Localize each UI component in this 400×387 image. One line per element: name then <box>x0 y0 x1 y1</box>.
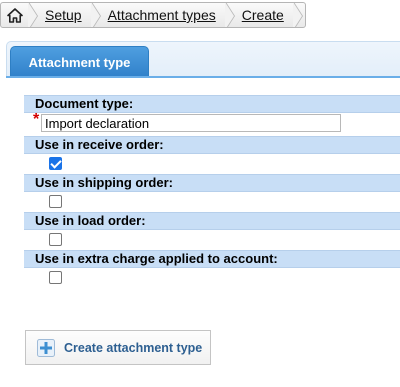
breadcrumb-separator <box>224 3 236 27</box>
extra-charge-label: Use in extra charge applied to account: <box>24 250 400 268</box>
shipping-order-checkbox[interactable] <box>49 195 62 208</box>
breadcrumb-setup[interactable]: Setup <box>39 3 92 27</box>
breadcrumb-attachment-types[interactable]: Attachment types <box>102 3 226 27</box>
receive-order-label: Use in receive order: <box>24 136 400 154</box>
load-order-label: Use in load order: <box>24 212 400 230</box>
document-type-label: Document type: <box>24 95 400 113</box>
document-type-row: * <box>24 111 400 136</box>
create-attachment-type-label: Create attachment type <box>64 340 203 355</box>
shipping-order-label: Use in shipping order: <box>24 174 400 192</box>
breadcrumb: Setup Attachment types Create <box>0 2 306 28</box>
receive-order-checkbox[interactable] <box>49 157 62 170</box>
load-order-checkbox[interactable] <box>49 233 62 246</box>
create-attachment-type-button[interactable]: Create attachment type <box>25 330 211 365</box>
plus-icon <box>37 338 55 357</box>
home-icon <box>7 7 23 23</box>
tab-underline <box>6 76 400 78</box>
receive-order-row <box>24 154 400 174</box>
tab-bar: Attachment type <box>6 41 400 78</box>
extra-charge-checkbox[interactable] <box>49 271 62 284</box>
breadcrumb-separator <box>292 3 304 27</box>
attachment-type-form: Document type: * Use in receive order: U… <box>24 95 400 288</box>
breadcrumb-create[interactable]: Create <box>236 3 294 27</box>
extra-charge-row <box>24 268 400 288</box>
required-marker: * <box>33 111 40 128</box>
breadcrumb-home[interactable] <box>1 3 29 27</box>
load-order-row <box>24 230 400 250</box>
shipping-order-row <box>24 192 400 212</box>
document-type-input[interactable] <box>41 114 341 132</box>
tab-attachment-type[interactable]: Attachment type <box>10 46 149 78</box>
breadcrumb-separator <box>90 3 102 27</box>
breadcrumb-separator <box>28 3 39 27</box>
